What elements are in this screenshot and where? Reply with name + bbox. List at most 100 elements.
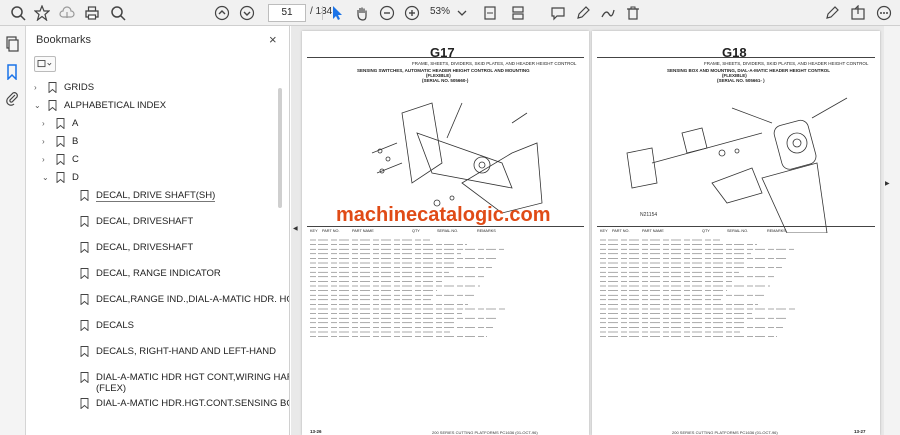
bookmark-label: DIAL-A-MATIC HDR HGT CONT,WIRING HARNESS <box>96 372 289 383</box>
chevron-right-icon[interactable]: › <box>42 155 52 164</box>
side-rail <box>0 26 26 435</box>
page-number: 13-26 <box>310 429 322 434</box>
chevron-down-icon[interactable]: ⌄ <box>42 173 52 182</box>
scroll-mode-icon[interactable] <box>508 3 528 23</box>
bookmark-item[interactable]: › A <box>42 118 78 130</box>
draw-icon[interactable] <box>598 3 618 23</box>
bookmark-label: B <box>72 136 79 147</box>
page-subheading: SENSING BOX AND MOUNTING, DIAL-A-MATIC H… <box>667 68 830 73</box>
attachment-icon[interactable] <box>4 90 22 108</box>
chevron-right-icon[interactable]: › <box>42 119 52 128</box>
bookmark-label: DECALS <box>96 320 135 331</box>
bookmark-label: DECAL, RANGE INDICATOR <box>96 268 221 279</box>
bookmark-icon <box>80 372 90 384</box>
bookmark-item[interactable]: DECAL, DRIVE SHAFT(SH) <box>66 190 216 202</box>
bookmark-label: DECAL, DRIVESHAFT <box>96 242 194 253</box>
parts-table-lines <box>310 239 505 337</box>
bookmark-item[interactable]: DECAL, DRIVESHAFT <box>66 242 193 254</box>
bookmark-icon <box>48 82 58 94</box>
more-options-icon[interactable] <box>874 3 894 23</box>
bookmark-icon <box>56 154 66 166</box>
zoom-in-icon[interactable] <box>402 3 422 23</box>
list-options-icon <box>37 60 52 68</box>
page-heading: FRAME, SHEETS, DIVIDERS, SKID PLATES, AN… <box>412 61 577 66</box>
bookmark-item[interactable]: DIAL-A-MATIC HDR HGT CONT,WIRING HARNESS… <box>66 372 289 394</box>
bookmark-item[interactable]: DECAL, DRIVESHAFT <box>66 216 193 228</box>
page-heading: FRAME, SHEETS, DIVIDERS, SKID PLATES, AN… <box>704 61 869 66</box>
bookmark-label: DECALS, RIGHT-HAND AND LEFT-HAND <box>96 346 276 357</box>
upload-cloud-icon[interactable] <box>57 3 77 23</box>
page-thumbnails-icon[interactable] <box>4 36 22 54</box>
cursor-select-icon[interactable] <box>327 3 347 23</box>
bookmark-icon <box>56 118 66 130</box>
left-arrow-icon[interactable]: ◀ <box>293 225 298 232</box>
share-icon[interactable] <box>848 3 868 23</box>
panel-title: Bookmarks <box>36 34 92 46</box>
bookmark-icon <box>80 268 90 280</box>
bookmark-item[interactable]: ⌄ ALPHABETICAL INDEX <box>34 100 166 112</box>
close-icon[interactable]: × <box>269 32 277 47</box>
highlight-pen-icon[interactable] <box>573 3 593 23</box>
bookmark-label: DIAL-A-MATIC HDR.HGT.CONT.SENSING BOX <box>96 398 290 409</box>
bookmark-label: ALPHABETICAL INDEX <box>64 100 167 111</box>
bookmark-icon <box>48 100 58 112</box>
page-footer: 200 SERIES CUTTING PLATFORMS PC1636 (01-… <box>432 430 538 435</box>
zoom-out-icon[interactable] <box>377 3 397 23</box>
page-serial: (SERIAL NO. 505660-) <box>422 78 469 83</box>
bookmark-label: DECAL, DRIVESHAFT <box>96 216 194 227</box>
zoom-search-icon[interactable] <box>108 3 128 23</box>
chevron-right-icon[interactable]: › <box>34 83 44 92</box>
star-icon[interactable] <box>32 3 52 23</box>
print-icon[interactable] <box>82 3 102 23</box>
right-arrow-icon[interactable]: ▶ <box>885 180 890 187</box>
bookmark-item[interactable]: DECALS <box>66 320 134 332</box>
page-serial: (SERIAL NO. 505661- ) <box>717 78 765 83</box>
bookmark-item[interactable]: DECAL, RANGE INDICATOR <box>66 268 221 280</box>
document-scrollbar[interactable] <box>884 26 900 435</box>
bookmark-label: C <box>72 154 79 165</box>
divider <box>307 57 584 58</box>
hand-pan-icon[interactable] <box>352 3 372 23</box>
search-icon[interactable] <box>8 3 28 23</box>
page-number: 13-27 <box>854 429 866 434</box>
bookmark-panel-icon[interactable] <box>4 64 22 82</box>
bookmark-item[interactable]: › GRIDS <box>34 82 94 94</box>
divider <box>597 226 875 227</box>
fit-page-icon[interactable] <box>480 3 500 23</box>
page-footer: 200 SERIES CUTTING PLATFORMS PC1636 (01-… <box>672 430 778 435</box>
comment-icon[interactable] <box>548 3 568 23</box>
bookmark-label-line2: (FLEX) <box>96 383 127 394</box>
next-page-icon[interactable] <box>237 3 257 23</box>
chevron-down-icon[interactable] <box>452 3 472 23</box>
bookmarks-scrollbar[interactable] <box>278 88 282 208</box>
chevron-down-icon[interactable]: ⌄ <box>34 101 44 110</box>
toolbar-divider <box>322 6 323 20</box>
chevron-right-icon[interactable]: › <box>42 137 52 146</box>
parts-table-lines <box>600 239 795 337</box>
bookmark-icon <box>80 346 90 358</box>
bookmark-item[interactable]: ⌄ D <box>42 172 79 184</box>
bookmark-item[interactable]: › B <box>42 136 78 148</box>
edit-link-icon[interactable] <box>822 3 842 23</box>
divider <box>597 57 875 58</box>
watermark: machinecatalogic.com <box>336 204 551 226</box>
toolbar: 51 / 134 53% <box>0 0 900 26</box>
bookmark-item[interactable]: DECALS, RIGHT-HAND AND LEFT-HAND <box>66 346 276 358</box>
previous-page-icon[interactable] <box>212 3 232 23</box>
bookmark-icon <box>56 172 66 184</box>
bookmark-item[interactable]: DIAL-A-MATIC HDR.HGT.CONT.SENSING BOX <box>66 398 290 410</box>
bookmark-item[interactable]: › C <box>42 154 79 166</box>
figure-number: N21154 <box>640 212 658 218</box>
bookmark-icon <box>56 136 66 148</box>
page-left: G17 FRAME, SHEETS, DIVIDERS, SKID PLATES… <box>302 31 589 435</box>
bookmarks-panel: Bookmarks × › GRIDS ⌄ ALPHABETICAL INDEX › A ›… <box>26 26 290 435</box>
bookmark-label: A <box>72 118 79 129</box>
bookmark-icon <box>80 294 90 306</box>
bookmark-item[interactable]: DECAL,RANGE IND.,DIAL-A-MATIC HDR. HGT. … <box>66 294 289 306</box>
zoom-level-select[interactable]: 53% <box>430 6 450 17</box>
bookmark-icon <box>80 398 90 410</box>
page-right: G18 FRAME, SHEETS, DIVIDERS, SKID PLATES… <box>592 31 880 435</box>
trash-icon[interactable] <box>623 3 643 23</box>
bookmark-options-button[interactable] <box>34 56 56 72</box>
page-number-input[interactable]: 51 <box>268 4 306 22</box>
